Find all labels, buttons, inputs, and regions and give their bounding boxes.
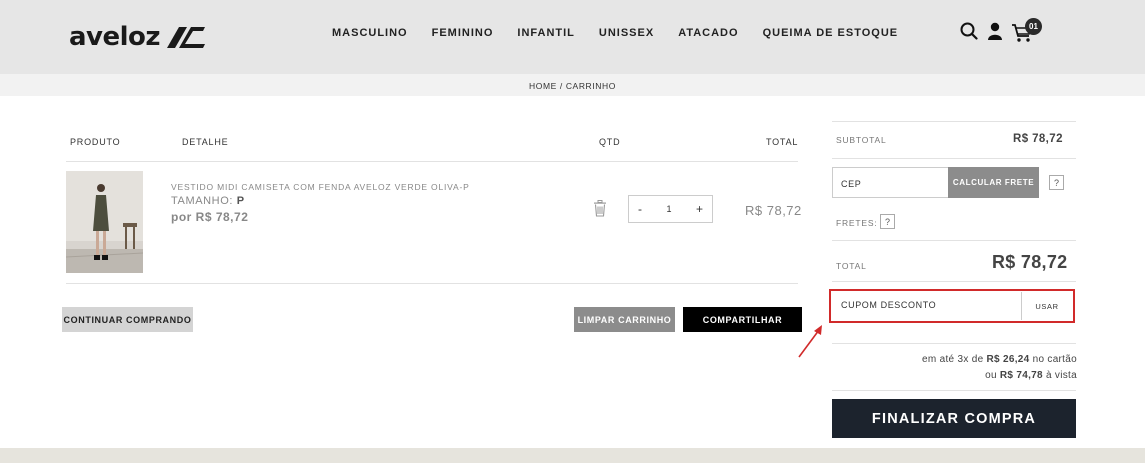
- installments-value: R$ 26,24: [986, 354, 1030, 365]
- quantity-stepper: - 1 +: [628, 195, 713, 223]
- divider: [832, 240, 1076, 241]
- qty-plus-button[interactable]: +: [696, 202, 703, 216]
- product-size: TAMANHO: P: [171, 195, 245, 207]
- divider: [832, 343, 1076, 344]
- user-icon[interactable]: [985, 20, 1005, 42]
- cash-value: R$ 74,78: [999, 370, 1043, 381]
- cash-post: à vista: [1042, 370, 1077, 381]
- cart-count-badge: 01: [1025, 18, 1042, 35]
- divider: [832, 121, 1076, 122]
- col-header-qtd: QTD: [599, 137, 621, 147]
- logo-text: aveloz: [69, 22, 161, 52]
- nav-infantil[interactable]: INFANTIL: [517, 27, 575, 39]
- qty-value[interactable]: 1: [666, 204, 671, 214]
- search-icon[interactable]: [959, 20, 979, 42]
- footer-strip: [0, 448, 1145, 463]
- site-header: aveloz MASCULINO FEMININO INFANTIL UNISS…: [0, 0, 1145, 74]
- breadcrumb-bar: HOME / CARRINHO: [0, 74, 1145, 96]
- shipping-help-icon[interactable]: ?: [1049, 175, 1064, 190]
- divider: [66, 283, 798, 284]
- apply-coupon-button[interactable]: USAR: [1021, 292, 1072, 320]
- col-header-detalhe: DETALHE: [182, 137, 229, 147]
- installments-text: em até 3x de R$ 26,24 no cartão: [922, 354, 1077, 365]
- cash-pre: ou: [985, 370, 1000, 381]
- size-value: P: [236, 195, 245, 207]
- header-icons: 01: [959, 18, 1042, 42]
- cart-icon[interactable]: 01: [1011, 18, 1042, 42]
- product-price: por R$ 78,72: [171, 210, 249, 224]
- calculate-shipping-button[interactable]: CALCULAR FRETE: [948, 167, 1039, 198]
- product-image[interactable]: [66, 171, 143, 273]
- cash-price-text: ou R$ 74,78 à vista: [985, 370, 1077, 381]
- breadcrumb: HOME / CARRINHO: [529, 81, 616, 91]
- subtotal-label: SUBTOTAL: [836, 135, 887, 145]
- continue-shopping-button[interactable]: CONTINUAR COMPRANDO: [62, 307, 193, 332]
- nav-feminino[interactable]: FEMININO: [432, 27, 494, 39]
- size-label: TAMANHO:: [171, 195, 234, 207]
- cep-input[interactable]: CEP: [832, 167, 949, 198]
- total-value: R$ 78,72: [992, 252, 1068, 272]
- annotation-arrow-icon: [798, 325, 822, 358]
- total-label: TOTAL: [836, 261, 867, 271]
- main-nav: MASCULINO FEMININO INFANTIL UNISSEX ATAC…: [332, 27, 922, 39]
- col-header-total: TOTAL: [766, 137, 799, 147]
- fretes-label: FRETES:: [836, 218, 878, 228]
- trash-icon[interactable]: [593, 200, 607, 217]
- product-name[interactable]: VESTIDO MIDI CAMISETA COM FENDA AVELOZ V…: [171, 182, 470, 192]
- nav-queima-de-estoque[interactable]: QUEIMA DE ESTOQUE: [763, 27, 899, 39]
- checkout-button[interactable]: FINALIZAR COMPRA: [832, 399, 1076, 438]
- installments-post: no cartão: [1029, 354, 1077, 365]
- logo[interactable]: aveloz: [69, 21, 207, 53]
- item-total: R$ 78,72: [745, 203, 802, 218]
- divider: [832, 158, 1076, 159]
- logo-mark-icon: [167, 27, 206, 48]
- divider: [832, 281, 1076, 282]
- coupon-input[interactable]: CUPOM DESCONTO: [834, 292, 1021, 320]
- installments-pre: em até 3x de: [922, 354, 987, 365]
- nav-atacado[interactable]: ATACADO: [678, 27, 738, 39]
- col-header-produto: PRODUTO: [70, 137, 121, 147]
- share-button[interactable]: COMPARTILHAR: [683, 307, 802, 332]
- subtotal-value: R$ 78,72: [1013, 133, 1063, 145]
- nav-unissex[interactable]: UNISSEX: [599, 27, 654, 39]
- divider: [832, 390, 1076, 391]
- clear-cart-button[interactable]: LIMPAR CARRINHO: [574, 307, 675, 332]
- nav-masculino[interactable]: MASCULINO: [332, 27, 408, 39]
- divider: [66, 161, 798, 162]
- fretes-help-icon[interactable]: ?: [880, 214, 895, 229]
- qty-minus-button[interactable]: -: [638, 202, 642, 216]
